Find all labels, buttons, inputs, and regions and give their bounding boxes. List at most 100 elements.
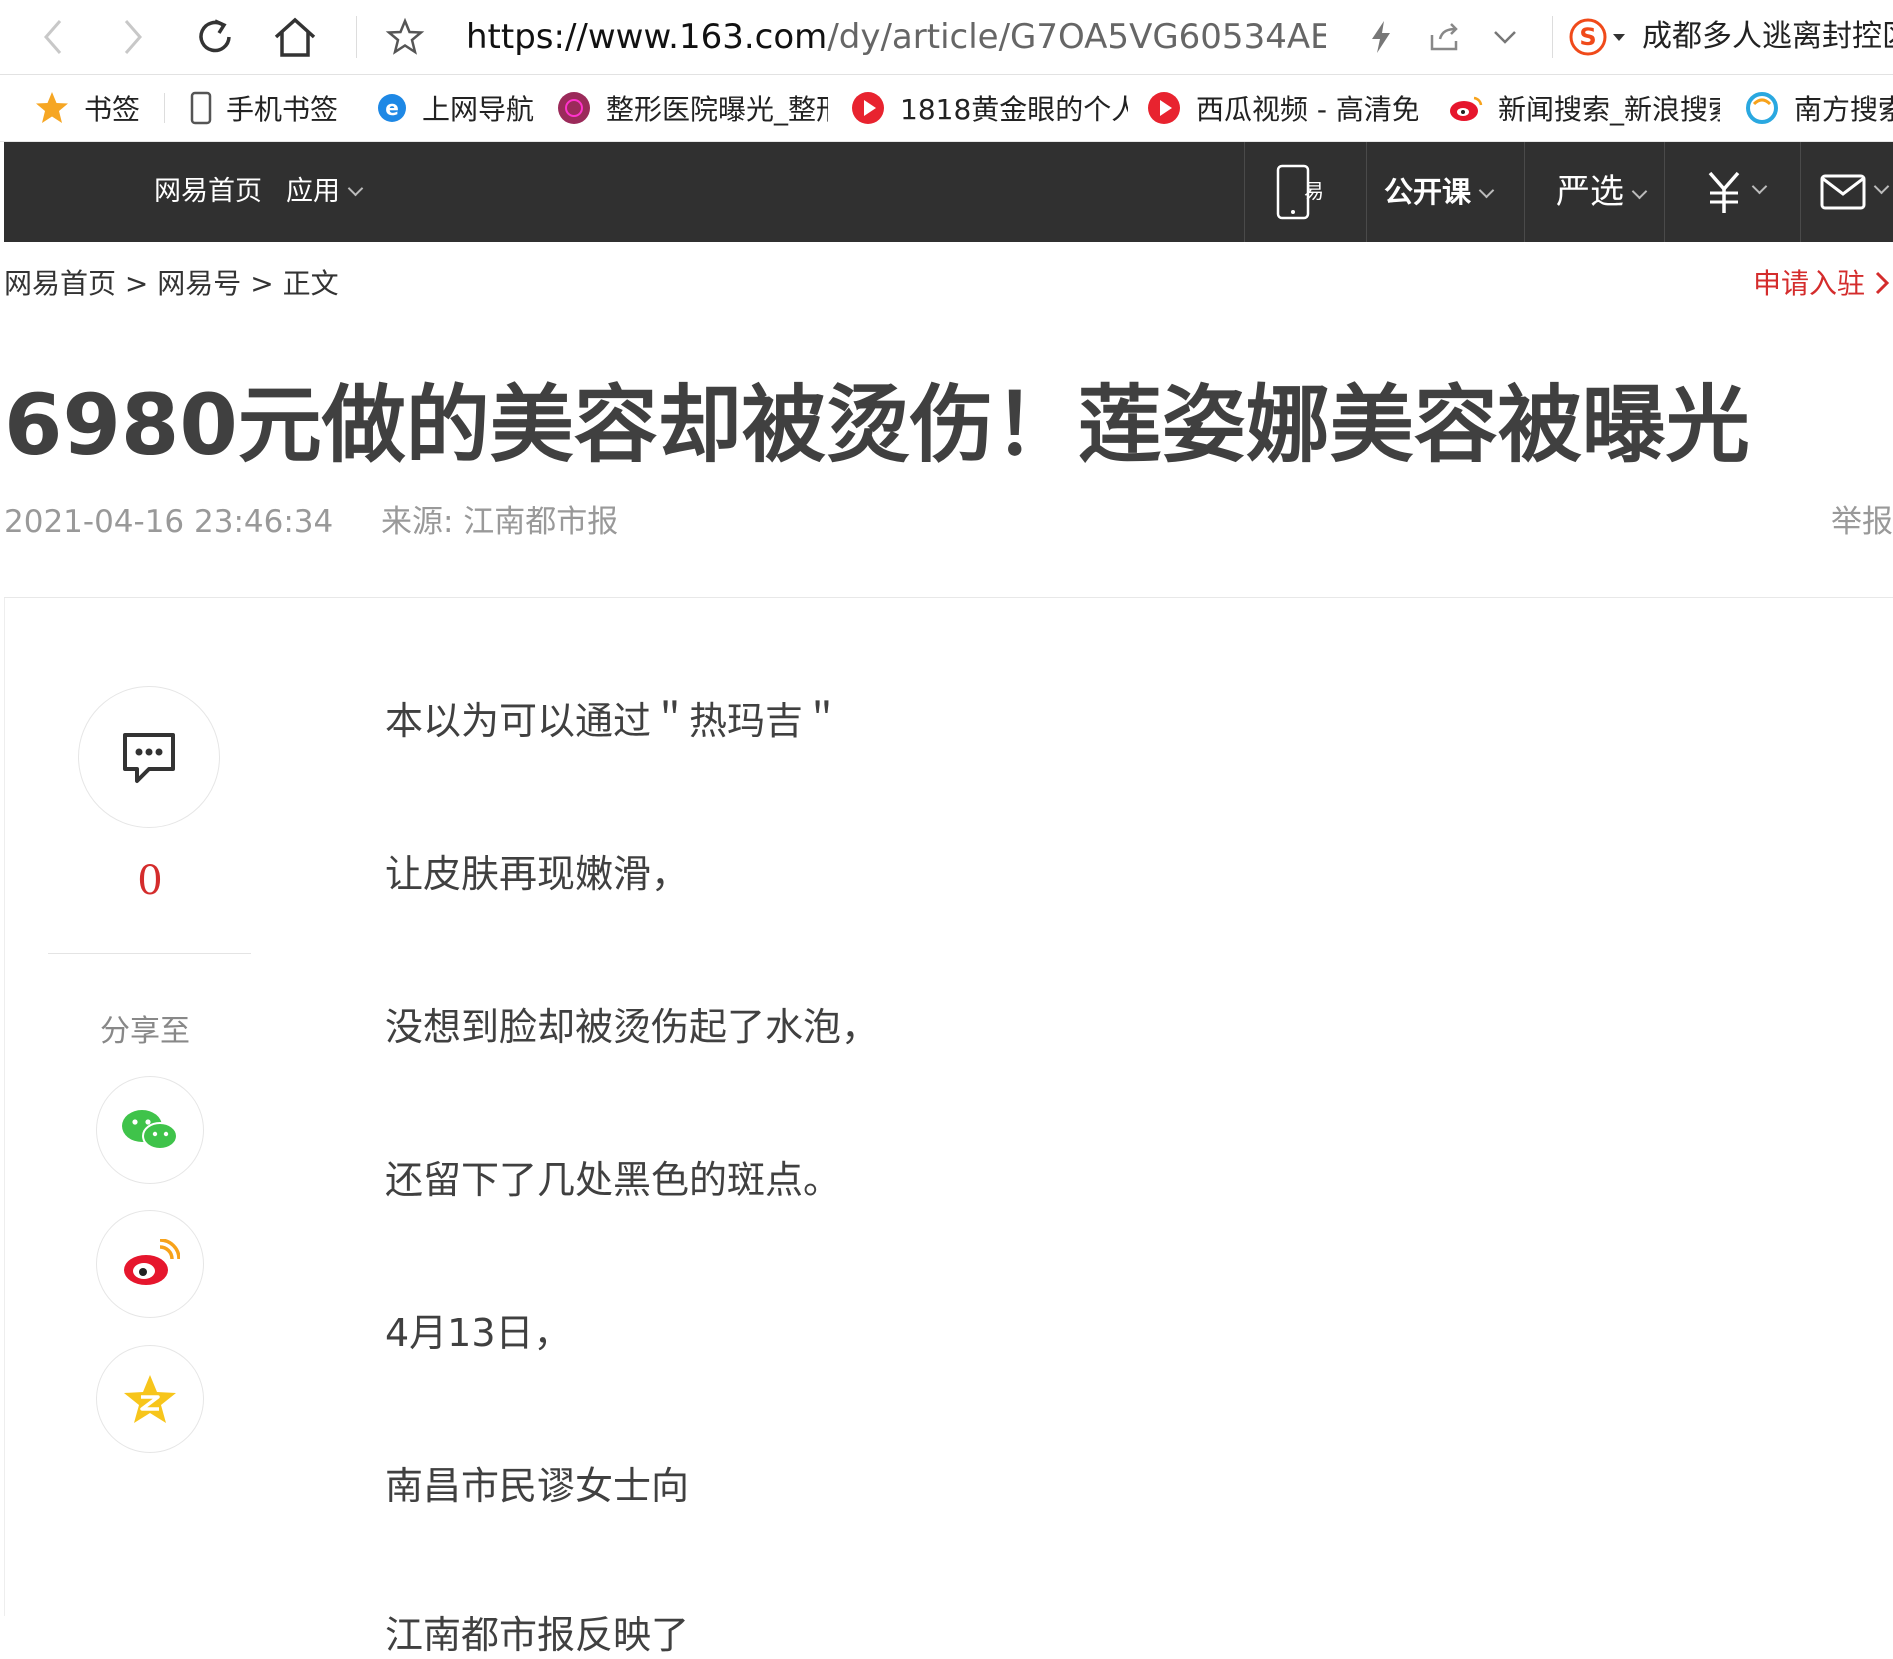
browser-toolbar: https://www.163.com/dy/article/G7OA5VG60… xyxy=(0,0,1893,75)
bookmark-item-bookmarks[interactable]: 书签 xyxy=(34,75,140,141)
article-paragraph: 没想到脸却被烫伤起了水泡， xyxy=(385,1005,880,1049)
comment-button[interactable] xyxy=(78,686,220,828)
chevron-down-icon xyxy=(347,180,364,197)
address-bar[interactable]: https://www.163.com/dy/article/G7OA5VG60… xyxy=(466,14,1326,60)
header-divider xyxy=(1800,142,1801,242)
apply-join-link[interactable]: 申请入驻 xyxy=(1753,262,1893,302)
share-weibo-button[interactable] xyxy=(96,1210,204,1318)
nav-lottery[interactable] xyxy=(1704,168,1776,216)
share-page-button[interactable] xyxy=(1420,12,1470,62)
breadcrumb-separator: > xyxy=(124,267,149,300)
bookmark-label: 南方搜索 xyxy=(1794,93,1893,126)
breadcrumb-hao-link[interactable]: 网易号 xyxy=(157,267,241,300)
bookmark-label: 西瓜视频 - 高清免 xyxy=(1196,93,1418,126)
article-paragraph: 还留下了几处黑色的斑点。 xyxy=(385,1158,842,1202)
article-paragraph: 南昌市民谬女士向 xyxy=(385,1464,690,1508)
nav-yanxuan[interactable]: 严选 xyxy=(1556,142,1648,242)
bookmark-item-mobile[interactable]: 手机书签 xyxy=(190,75,338,141)
share-arrow-icon xyxy=(1430,23,1458,51)
nav-apps-menu[interactable]: 应用 xyxy=(286,142,364,242)
bookmark-item-nav[interactable]: e 上网导航 xyxy=(376,75,534,141)
url-path: /dy/article/G7OA5VG60534AE7B.htm xyxy=(827,17,1326,57)
back-button[interactable] xyxy=(28,12,78,62)
bookmark-item-xigua[interactable]: 西瓜视频 - 高清免 xyxy=(1146,75,1418,141)
caret-down-icon xyxy=(1613,34,1625,41)
header-divider xyxy=(1524,142,1525,242)
nav-open-course[interactable]: 公开课 xyxy=(1384,142,1495,242)
bookmark-divider xyxy=(164,93,165,123)
yen-icon xyxy=(1708,171,1740,213)
weibo-icon xyxy=(1450,96,1483,121)
breadcrumb: 网易首页 > 网易号 > 正文 xyxy=(4,262,339,302)
bookmark-label: 上网导航 xyxy=(422,93,535,126)
bookmark-label: 手机书签 xyxy=(226,93,339,126)
article-paragraph: 4月13日， xyxy=(385,1311,572,1355)
header-divider-line xyxy=(4,597,1893,598)
share-qzone-button[interactable] xyxy=(96,1345,204,1453)
share-wechat-button[interactable] xyxy=(96,1076,204,1184)
qzone-star-icon xyxy=(124,1375,176,1423)
breadcrumb-home-link[interactable]: 网易首页 xyxy=(4,267,116,300)
nav-apps-label: 应用 xyxy=(286,176,340,207)
sogou-logo-icon: S xyxy=(1569,18,1607,56)
bookmark-label: 整形医院曝光_整形 xyxy=(606,93,828,126)
phone-icon xyxy=(190,91,212,125)
comment-bubble-icon xyxy=(123,733,175,783)
mail-icon xyxy=(1820,174,1866,210)
chevron-down-icon xyxy=(1494,31,1516,44)
header-divider xyxy=(1244,142,1245,242)
forward-icon xyxy=(124,20,142,54)
nav-home-link[interactable]: 网易首页 xyxy=(154,142,262,242)
bookmark-label: 1818黄金眼的个人 xyxy=(900,93,1128,126)
lightning-icon xyxy=(1372,21,1390,53)
article-title: 6980元做的美容却被烫伤！莲姿娜美容被曝光 xyxy=(4,376,1750,474)
article-paragraph: 本以为可以通过＂热玛吉＂ xyxy=(385,699,842,743)
breadcrumb-separator: > xyxy=(250,267,274,300)
bookmarks-bar: 书签 手机书签 e 上网导航 整形医院曝光_整形 1818黄金眼的个人 西瓜视频… xyxy=(0,75,1893,142)
comment-count[interactable]: 0 xyxy=(128,858,172,904)
site-header: 网易首页 应用 易 公开课 严选 xyxy=(4,142,1893,242)
bookmark-label: 新闻搜索_新浪搜索 xyxy=(1498,93,1720,126)
article-source[interactable]: 来源: 江南都市报 xyxy=(381,504,618,540)
header-divider xyxy=(1366,142,1367,242)
mobile-app-button[interactable]: 易 xyxy=(1274,164,1334,220)
clinic-logo-icon xyxy=(558,92,590,124)
svg-text:易: 易 xyxy=(1304,179,1324,203)
forward-button[interactable] xyxy=(108,12,158,62)
svg-text:S: S xyxy=(1579,23,1596,51)
report-link[interactable]: 举报 xyxy=(1831,496,1893,541)
nav-mail[interactable] xyxy=(1820,170,1892,214)
reload-icon xyxy=(199,19,231,53)
article-meta: 2021-04-16 23:46:34 来源: 江南都市报 xyxy=(4,496,618,541)
page-left-border xyxy=(4,598,5,1616)
bookmark-item-sina[interactable]: 新闻搜索_新浪搜索 xyxy=(1448,75,1720,141)
article-paragraph: 让皮肤再现嫩滑， xyxy=(385,852,690,896)
weibo-icon xyxy=(124,1239,180,1285)
netease-mobile-icon: 易 xyxy=(1276,164,1324,220)
address-dropdown-button[interactable] xyxy=(1480,12,1530,62)
bookmark-item-clinic[interactable]: 整形医院曝光_整形 xyxy=(556,75,828,141)
chevron-down-icon xyxy=(1751,178,1768,194)
search-engine-button[interactable]: S xyxy=(1568,16,1628,58)
accelerate-button[interactable] xyxy=(1356,12,1406,62)
url-host: https://www.163.com xyxy=(466,17,828,57)
home-button[interactable] xyxy=(270,12,320,62)
breadcrumb-current: 正文 xyxy=(282,267,339,300)
wechat-icon xyxy=(122,1110,178,1150)
chevron-right-icon xyxy=(1875,271,1890,295)
star-outline-icon xyxy=(385,17,425,55)
chevron-down-icon xyxy=(1478,182,1495,199)
article-paragraph: 江南都市报反映了 xyxy=(385,1613,690,1657)
bookmark-item-nanfang[interactable]: 南方搜索 xyxy=(1744,75,1893,141)
chevron-down-icon xyxy=(1631,183,1648,200)
star-filled-icon xyxy=(36,92,68,123)
bookmark-item-1818[interactable]: 1818黄金眼的个人 xyxy=(850,75,1128,141)
share-label: 分享至 xyxy=(100,1014,190,1049)
apply-join-label: 申请入驻 xyxy=(1752,267,1865,300)
reload-button[interactable] xyxy=(190,12,240,62)
home-icon xyxy=(274,17,316,57)
rail-divider xyxy=(48,953,251,954)
bookmark-star-button[interactable] xyxy=(380,12,430,62)
video-play-icon xyxy=(852,92,884,124)
search-suggestion[interactable]: 成都多人逃离封控区 xyxy=(1642,14,1893,60)
